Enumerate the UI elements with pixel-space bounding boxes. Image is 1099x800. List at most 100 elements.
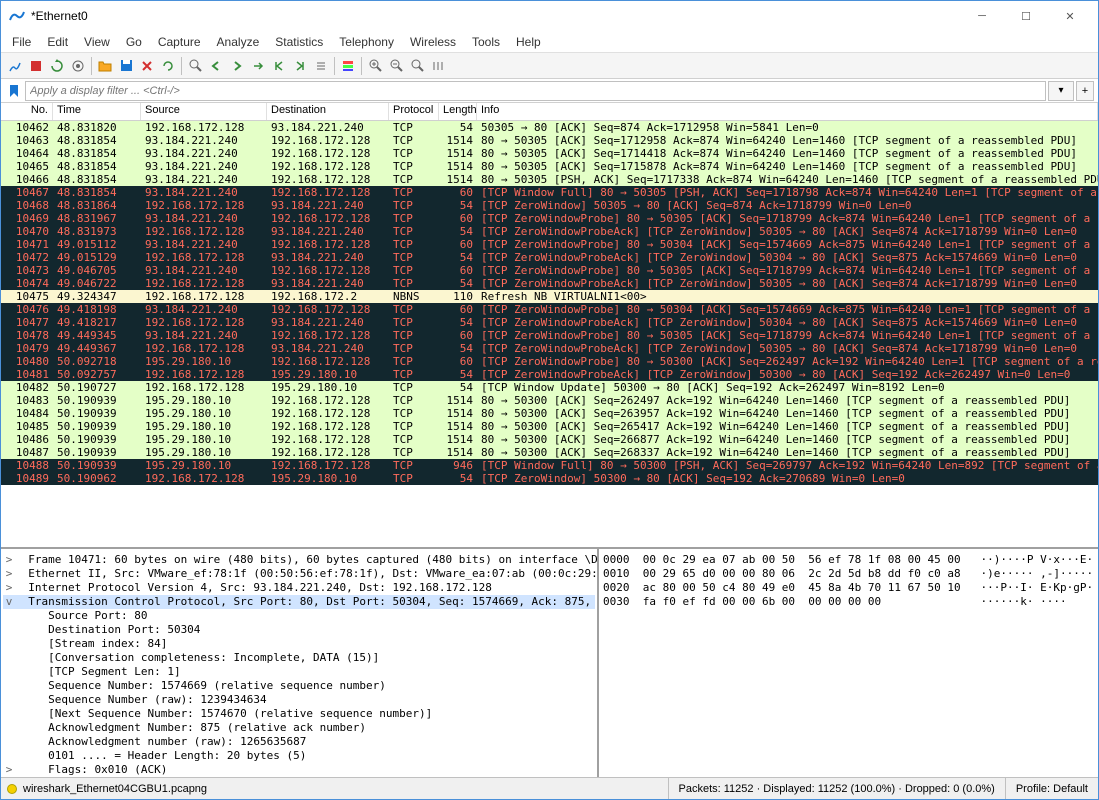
packet-row[interactable]: 1046248.831820192.168.172.12893.184.221.… [1,121,1098,134]
detail-line[interactable]: Sequence Number: 1574669 (relative seque… [3,679,595,693]
go-forward-icon[interactable] [227,56,247,76]
packet-row[interactable]: 1046448.83185493.184.221.240192.168.172.… [1,147,1098,160]
packet-row[interactable]: 1048350.190939195.29.180.10192.168.172.1… [1,394,1098,407]
toolbar [1,53,1098,79]
go-to-packet-icon[interactable] [248,56,268,76]
close-button[interactable]: ✕ [1050,2,1090,30]
detail-line[interactable]: > Ethernet II, Src: VMware_ef:78:1f (00:… [3,567,595,581]
go-first-icon[interactable] [269,56,289,76]
packet-row[interactable]: 1048650.190939195.29.180.10192.168.172.1… [1,433,1098,446]
packet-row[interactable]: 1048450.190939195.29.180.10192.168.172.1… [1,407,1098,420]
menu-statistics[interactable]: Statistics [268,33,330,51]
packet-row[interactable]: 1047048.831973192.168.172.12893.184.221.… [1,225,1098,238]
detail-line[interactable]: v Transmission Control Protocol, Src Por… [3,595,595,609]
reload-icon[interactable] [158,56,178,76]
resize-columns-icon[interactable] [428,56,448,76]
detail-line[interactable]: Source Port: 80 [3,609,595,623]
filter-add-button[interactable]: + [1076,81,1094,101]
menu-go[interactable]: Go [119,33,149,51]
column-time[interactable]: Time [53,103,141,120]
detail-line[interactable]: Acknowledgment number (raw): 1265635687 [3,735,595,749]
maximize-button[interactable]: ☐ [1006,2,1046,30]
detail-line[interactable]: 0101 .... = Header Length: 20 bytes (5) [3,749,595,763]
bookmark-icon[interactable] [5,82,23,100]
packet-row[interactable]: 1046548.83185493.184.221.240192.168.172.… [1,160,1098,173]
zoom-reset-icon[interactable] [407,56,427,76]
go-last-icon[interactable] [290,56,310,76]
zoom-in-icon[interactable] [365,56,385,76]
packet-row[interactable]: 1047949.449367192.168.172.12893.184.221.… [1,342,1098,355]
packet-counts: Packets: 11252 · Displayed: 11252 (100.0… [668,778,1005,799]
detail-line[interactable]: [TCP Segment Len: 1] [3,665,595,679]
detail-line[interactable]: [Conversation completeness: Incomplete, … [3,651,595,665]
packet-row[interactable]: 1048750.190939195.29.180.10192.168.172.1… [1,446,1098,459]
packet-details-pane[interactable]: > Frame 10471: 60 bytes on wire (480 bit… [1,549,599,777]
statusbar: wireshark_Ethernet04CGBU1.pcapng Packets… [1,777,1098,799]
detail-line[interactable]: Sequence Number (raw): 1239434634 [3,693,595,707]
restart-capture-icon[interactable] [47,56,67,76]
column-no[interactable]: No. [1,103,53,120]
detail-line[interactable]: > Flags: 0x010 (ACK) [3,763,595,777]
column-source[interactable]: Source [141,103,267,120]
packet-list[interactable]: No. Time Source Destination Protocol Len… [1,103,1098,549]
column-destination[interactable]: Destination [267,103,389,120]
filter-expression-button[interactable]: ▾ [1048,81,1074,101]
packet-row[interactable]: 1048950.190962192.168.172.128195.29.180.… [1,472,1098,485]
packet-row[interactable]: 1048550.190939195.29.180.10192.168.172.1… [1,420,1098,433]
menu-help[interactable]: Help [509,33,548,51]
menu-telephony[interactable]: Telephony [332,33,401,51]
packet-row[interactable]: 1046848.831864192.168.172.12893.184.221.… [1,199,1098,212]
save-file-icon[interactable] [116,56,136,76]
detail-line[interactable]: [Next Sequence Number: 1574670 (relative… [3,707,595,721]
detail-line[interactable]: > Frame 10471: 60 bytes on wire (480 bit… [3,553,595,567]
menu-analyze[interactable]: Analyze [210,33,267,51]
packet-row[interactable]: 1046948.83196793.184.221.240192.168.172.… [1,212,1098,225]
packet-list-header[interactable]: No. Time Source Destination Protocol Len… [1,103,1098,121]
packet-row[interactable]: 1047149.01511293.184.221.240192.168.172.… [1,238,1098,251]
minimize-button[interactable]: ─ [962,2,1002,30]
detail-line[interactable]: [Stream index: 84] [3,637,595,651]
packet-row[interactable]: 1046748.83185493.184.221.240192.168.172.… [1,186,1098,199]
packet-row[interactable]: 1048850.190939195.29.180.10192.168.172.1… [1,459,1098,472]
menu-wireless[interactable]: Wireless [403,33,463,51]
detail-line[interactable]: Acknowledgment Number: 875 (relative ack… [3,721,595,735]
find-packet-icon[interactable] [185,56,205,76]
capture-file-label: wireshark_Ethernet04CGBU1.pcapng [23,783,207,795]
menu-file[interactable]: File [5,33,38,51]
expert-info-icon[interactable] [7,784,17,794]
packet-row[interactable]: 1047449.046722192.168.172.12893.184.221.… [1,277,1098,290]
packet-row[interactable]: 1047249.015129192.168.172.12893.184.221.… [1,251,1098,264]
column-protocol[interactable]: Protocol [389,103,439,120]
open-file-icon[interactable] [95,56,115,76]
packet-row[interactable]: 1047749.418217192.168.172.12893.184.221.… [1,316,1098,329]
packet-row[interactable]: 1048050.092718195.29.180.10192.168.172.1… [1,355,1098,368]
menu-capture[interactable]: Capture [151,33,208,51]
lower-panes: > Frame 10471: 60 bytes on wire (480 bit… [1,549,1098,777]
capture-options-icon[interactable] [68,56,88,76]
display-filter-input[interactable] [25,81,1046,101]
stop-capture-icon[interactable] [26,56,46,76]
start-capture-icon[interactable] [5,56,25,76]
packet-bytes-pane[interactable]: 0000 00 0c 29 ea 07 ab 00 50 56 ef 78 1f… [599,549,1098,777]
packet-row[interactable]: 1046648.83185493.184.221.240192.168.172.… [1,173,1098,186]
close-file-icon[interactable] [137,56,157,76]
column-length[interactable]: Length [439,103,477,120]
menu-view[interactable]: View [77,33,117,51]
detail-line[interactable]: > Internet Protocol Version 4, Src: 93.1… [3,581,595,595]
go-back-icon[interactable] [206,56,226,76]
packet-row[interactable]: 1047849.44934593.184.221.240192.168.172.… [1,329,1098,342]
packet-row[interactable]: 1047549.324347192.168.172.128192.168.172… [1,290,1098,303]
packet-row[interactable]: 1047349.04670593.184.221.240192.168.172.… [1,264,1098,277]
packet-row[interactable]: 1048250.190727192.168.172.128195.29.180.… [1,381,1098,394]
detail-line[interactable]: Destination Port: 50304 [3,623,595,637]
menu-tools[interactable]: Tools [465,33,507,51]
zoom-out-icon[interactable] [386,56,406,76]
profile-label[interactable]: Profile: Default [1005,778,1098,799]
column-info[interactable]: Info [477,103,1098,120]
packet-row[interactable]: 1048150.092757192.168.172.128195.29.180.… [1,368,1098,381]
menu-edit[interactable]: Edit [40,33,75,51]
colorize-icon[interactable] [338,56,358,76]
packet-row[interactable]: 1046348.83185493.184.221.240192.168.172.… [1,134,1098,147]
packet-row[interactable]: 1047649.41819893.184.221.240192.168.172.… [1,303,1098,316]
auto-scroll-icon[interactable] [311,56,331,76]
